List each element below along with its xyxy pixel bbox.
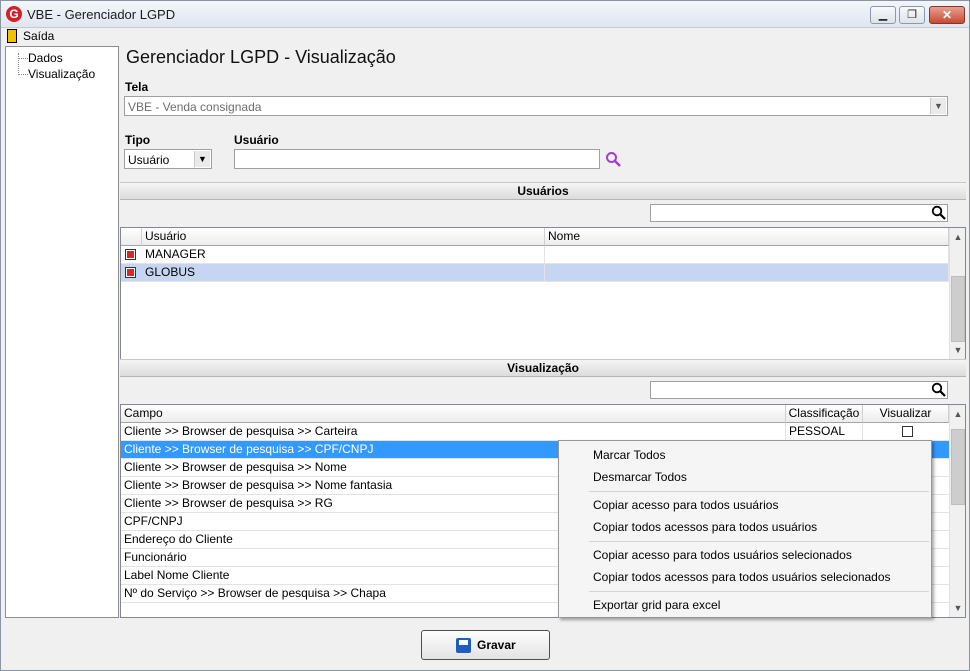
menu-separator	[589, 541, 929, 542]
view-filter-input[interactable]	[650, 381, 948, 399]
campo-cell: Cliente >> Browser de pesquisa >> Cartei…	[121, 423, 786, 441]
tree-connector	[18, 53, 19, 75]
menu-item-copiar-acesso-selecionados[interactable]: Copiar acesso para todos usuários seleci…	[593, 548, 852, 562]
tree-item-visualizacao[interactable]: Visualização	[28, 67, 95, 81]
menu-item-copiar-acesso-todos[interactable]: Copiar acesso para todos usuários	[593, 498, 778, 512]
chevron-down-icon: ▼	[194, 151, 210, 167]
scroll-down-icon[interactable]: ▼	[950, 600, 965, 616]
tree-item-dados[interactable]: Dados	[28, 51, 63, 65]
users-grid: Usuário Nome MANAGER GLOBUS ▲ ▼	[120, 227, 966, 360]
menu-item-marcar-todos[interactable]: Marcar Todos	[593, 448, 665, 462]
minimize-icon: ▁	[878, 9, 888, 21]
tela-select-value: VBE - Venda consignada	[128, 100, 262, 114]
table-row[interactable]: MANAGER	[121, 246, 949, 264]
tipo-select[interactable]: Usuário ▼	[124, 149, 212, 169]
menu-item-copiar-todos-acessos-selecionados[interactable]: Copiar todos acessos para todos usuários…	[593, 570, 891, 584]
view-col-classificacao[interactable]: Classificação	[786, 405, 863, 423]
scroll-down-icon[interactable]: ▼	[950, 342, 965, 358]
menu-item-copiar-todos-acessos-todos[interactable]: Copiar todos acessos para todos usuários	[593, 520, 817, 534]
menu-item-desmarcar-todos[interactable]: Desmarcar Todos	[593, 470, 687, 484]
table-row[interactable]: GLOBUS	[121, 264, 949, 282]
classificacao-cell: PESSOAL	[786, 423, 863, 441]
app-logo-icon: G	[6, 6, 22, 22]
nome-cell	[545, 246, 949, 264]
visualizar-checkbox[interactable]	[902, 426, 913, 437]
tipo-label: Tipo	[125, 133, 151, 147]
navigation-tree: Dados Visualização	[5, 46, 119, 618]
scroll-up-icon[interactable]: ▲	[950, 229, 965, 245]
users-col-usuario[interactable]: Usuário	[142, 228, 545, 246]
tree-connector	[18, 58, 28, 59]
window-title: VBE - Gerenciador LGPD	[27, 7, 176, 22]
usuario-cell: GLOBUS	[142, 264, 545, 282]
menu-bar: Saída	[1, 28, 969, 46]
users-section-header: Usuários	[120, 182, 966, 200]
usuario-label: Usuário	[234, 133, 279, 147]
minimize-button[interactable]: ▁	[870, 6, 896, 24]
chevron-down-icon: ▼	[930, 98, 946, 114]
view-col-campo[interactable]: Campo	[121, 405, 786, 423]
close-icon: ✕	[941, 8, 953, 22]
scroll-up-icon[interactable]: ▲	[950, 406, 965, 422]
save-button-label: Gravar	[477, 638, 516, 652]
view-grid-scrollbar[interactable]: ▲ ▼	[949, 405, 965, 617]
search-icon[interactable]	[931, 382, 947, 398]
app-window: G VBE - Gerenciador LGPD ▁ ❐ ✕ Saída Dad…	[0, 0, 970, 671]
save-button[interactable]: Gravar	[421, 630, 550, 660]
save-disk-icon	[456, 638, 471, 653]
restore-icon: ❐	[907, 9, 917, 21]
title-bar[interactable]: G VBE - Gerenciador LGPD ▁ ❐ ✕	[1, 1, 969, 28]
search-icon[interactable]	[605, 151, 621, 167]
page-title: Gerenciador LGPD - Visualização	[126, 47, 396, 67]
menu-item-exportar-excel[interactable]: Exportar grid para excel	[593, 598, 720, 612]
scroll-thumb[interactable]	[951, 429, 965, 505]
search-icon[interactable]	[931, 205, 947, 221]
close-button[interactable]: ✕	[929, 6, 965, 24]
users-grid-scrollbar[interactable]: ▲ ▼	[949, 228, 965, 359]
menu-separator	[589, 491, 929, 492]
view-section-header: Visualização	[120, 359, 966, 377]
tree-connector	[18, 74, 28, 75]
menu-exit[interactable]: Saída	[23, 29, 54, 43]
usuario-input[interactable]	[234, 149, 600, 169]
tela-label: Tela	[125, 80, 149, 94]
usuario-cell: MANAGER	[142, 246, 545, 264]
tela-select[interactable]: VBE - Venda consignada ▼	[124, 96, 948, 116]
scroll-thumb[interactable]	[951, 276, 965, 342]
users-grid-checkbox-header	[121, 228, 142, 246]
row-checkbox[interactable]	[125, 267, 136, 278]
row-checkbox[interactable]	[125, 249, 136, 260]
context-menu: Marcar Todos Desmarcar Todos Copiar aces…	[558, 440, 932, 618]
menu-separator	[589, 591, 929, 592]
users-filter-input[interactable]	[650, 204, 948, 222]
exit-door-icon	[7, 29, 17, 43]
maximize-button[interactable]: ❐	[899, 6, 925, 24]
view-col-visualizar[interactable]: Visualizar	[863, 405, 949, 423]
nome-cell	[545, 264, 949, 282]
tipo-select-value: Usuário	[128, 153, 170, 167]
users-col-nome[interactable]: Nome	[545, 228, 949, 246]
table-row[interactable]: Cliente >> Browser de pesquisa >> Cartei…	[121, 423, 949, 441]
